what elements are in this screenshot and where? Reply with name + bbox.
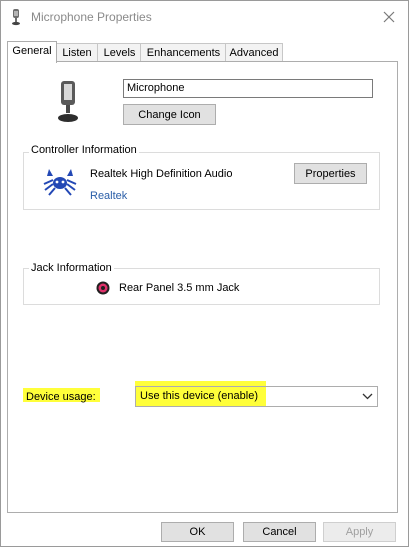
microphone-icon <box>12 9 20 26</box>
chevron-down-icon <box>362 393 373 400</box>
controller-device-name: Realtek High Definition Audio <box>90 168 233 180</box>
change-icon-button[interactable]: Change Icon <box>123 104 216 125</box>
device-name-input[interactable] <box>123 79 373 98</box>
tab-enhancements[interactable]: Enhancements <box>140 43 227 62</box>
device-usage-select[interactable]: Use this device (enable) <box>135 386 378 407</box>
general-tab-panel: Change Icon Controller Information Realt… <box>7 61 398 513</box>
apply-button[interactable]: Apply <box>323 522 396 542</box>
microphone-device-icon <box>58 81 78 122</box>
jack-item-label: Rear Panel 3.5 mm Jack <box>119 282 240 294</box>
window-title: Microphone Properties <box>31 10 152 24</box>
device-usage-label: Device usage: <box>26 391 96 403</box>
realtek-vendor-link[interactable]: Realtek <box>90 190 127 202</box>
microphone-properties-window: Microphone Properties General Listen Lev… <box>0 0 409 547</box>
tab-advanced[interactable]: Advanced <box>225 43 283 62</box>
properties-button[interactable]: Properties <box>294 163 367 184</box>
jack-information-label: Jack Information <box>29 262 114 274</box>
tab-listen[interactable]: Listen <box>55 43 99 62</box>
jack-color-icon <box>96 281 110 295</box>
title-bar: Microphone Properties <box>1 1 408 33</box>
realtek-crab-icon <box>43 169 77 196</box>
tab-general[interactable]: General <box>7 41 57 63</box>
cancel-button[interactable]: Cancel <box>243 522 316 542</box>
device-usage-selected: Use this device (enable) <box>140 390 259 402</box>
close-icon[interactable] <box>378 7 400 27</box>
controller-information-label: Controller Information <box>29 144 139 156</box>
ok-button[interactable]: OK <box>161 522 234 542</box>
tab-levels[interactable]: Levels <box>97 43 142 62</box>
